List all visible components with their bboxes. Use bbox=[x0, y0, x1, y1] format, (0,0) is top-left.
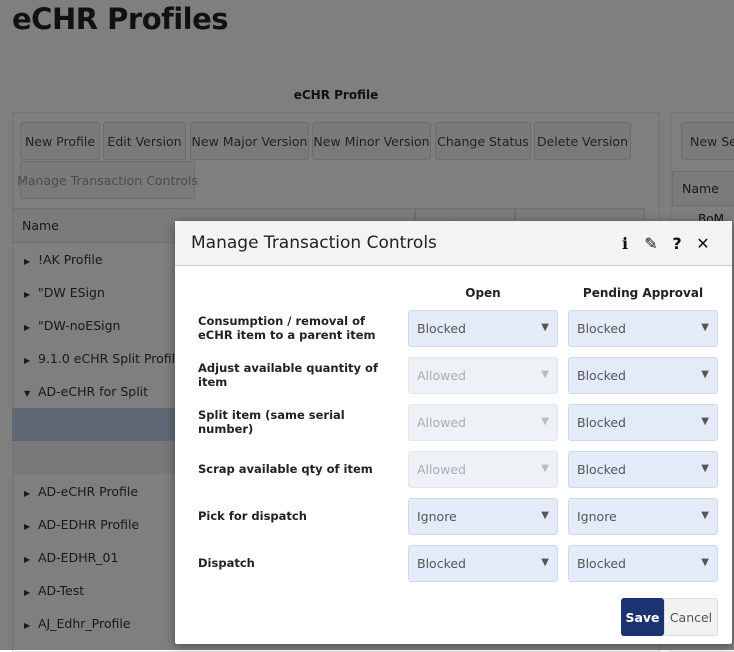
open-value: Allowed bbox=[417, 368, 466, 383]
pending-approval-select[interactable]: Blocked ▼ bbox=[568, 404, 718, 441]
open-value: Blocked bbox=[417, 321, 466, 336]
open-select: Allowed ▼ bbox=[408, 357, 558, 394]
column-pending-approval: Pending Approval bbox=[582, 286, 704, 300]
control-label: Dispatch bbox=[198, 545, 388, 581]
help-icon[interactable]: ? bbox=[664, 234, 690, 253]
control-label: Split item (same serial number) bbox=[198, 404, 388, 440]
control-label-text: Scrap available qty of item bbox=[198, 462, 373, 476]
dropdown-arrow-icon: ▼ bbox=[541, 416, 549, 427]
dialog-title: Manage Transaction Controls bbox=[191, 233, 437, 253]
dropdown-arrow-icon: ▼ bbox=[701, 322, 709, 333]
control-label-text: Split item (same serial number) bbox=[198, 408, 345, 436]
column-open: Open bbox=[465, 286, 501, 300]
dropdown-arrow-icon: ▼ bbox=[541, 322, 549, 333]
pending-value: Blocked bbox=[577, 556, 626, 571]
control-label: Scrap available qty of item bbox=[198, 451, 388, 487]
control-label-text: Pick for dispatch bbox=[198, 509, 307, 523]
dropdown-arrow-icon: ▼ bbox=[701, 369, 709, 380]
manage-transaction-controls-dialog: Manage Transaction Controls i ✎ ? ✕ Open… bbox=[175, 221, 732, 644]
pending-approval-select[interactable]: Blocked ▼ bbox=[568, 310, 718, 347]
dropdown-arrow-icon: ▼ bbox=[701, 557, 709, 568]
dropdown-arrow-icon: ▼ bbox=[701, 510, 709, 521]
pending-approval-select[interactable]: Ignore ▼ bbox=[568, 498, 718, 535]
control-label: Consumption / removal of eCHR item to a … bbox=[198, 310, 388, 346]
pending-approval-select[interactable]: Blocked ▼ bbox=[568, 545, 718, 582]
dropdown-arrow-icon: ▼ bbox=[701, 416, 709, 427]
dialog-header: Manage Transaction Controls i ✎ ? ✕ bbox=[175, 221, 732, 266]
control-label-text: Dispatch bbox=[198, 556, 255, 570]
open-select[interactable]: Blocked ▼ bbox=[408, 310, 558, 347]
pending-value: Blocked bbox=[577, 321, 626, 336]
open-select[interactable]: Ignore ▼ bbox=[408, 498, 558, 535]
save-button[interactable]: Save bbox=[621, 598, 664, 636]
control-label: Pick for dispatch bbox=[198, 498, 388, 534]
pencil-icon[interactable]: ✎ bbox=[638, 234, 664, 253]
open-select: Allowed ▼ bbox=[408, 451, 558, 488]
dropdown-arrow-icon: ▼ bbox=[541, 463, 549, 474]
dropdown-arrow-icon: ▼ bbox=[541, 510, 549, 521]
open-select[interactable]: Blocked ▼ bbox=[408, 545, 558, 582]
open-select: Allowed ▼ bbox=[408, 404, 558, 441]
info-icon[interactable]: i bbox=[612, 234, 638, 253]
pending-approval-select[interactable]: Blocked ▼ bbox=[568, 357, 718, 394]
pending-approval-select[interactable]: Blocked ▼ bbox=[568, 451, 718, 488]
dropdown-arrow-icon: ▼ bbox=[541, 369, 549, 380]
pending-value: Blocked bbox=[577, 415, 626, 430]
open-value: Allowed bbox=[417, 415, 466, 430]
open-value: Ignore bbox=[417, 509, 457, 524]
pending-value: Ignore bbox=[577, 509, 617, 524]
close-icon[interactable]: ✕ bbox=[690, 234, 716, 253]
pending-value: Blocked bbox=[577, 462, 626, 477]
dropdown-arrow-icon: ▼ bbox=[701, 463, 709, 474]
open-value: Allowed bbox=[417, 462, 466, 477]
cancel-button[interactable]: Cancel bbox=[664, 598, 718, 636]
pending-value: Blocked bbox=[577, 368, 626, 383]
control-label-text: Consumption / removal of eCHR item to a … bbox=[198, 314, 376, 342]
dropdown-arrow-icon: ▼ bbox=[541, 557, 549, 568]
control-label-text: Adjust available quantity of item bbox=[198, 361, 378, 389]
control-label: Adjust available quantity of item bbox=[198, 357, 388, 393]
open-value: Blocked bbox=[417, 556, 466, 571]
